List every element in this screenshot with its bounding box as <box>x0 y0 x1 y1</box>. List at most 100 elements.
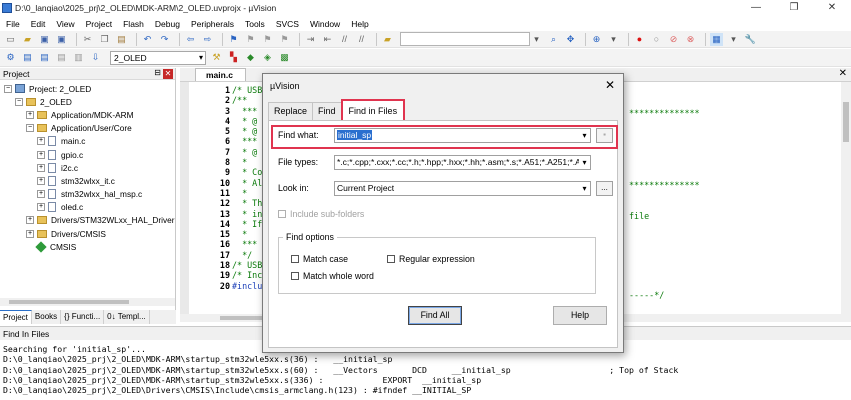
new-file-icon[interactable]: ▭ <box>4 33 17 46</box>
tab-functions[interactable]: {} Functi... <box>61 310 105 324</box>
close-editor-icon[interactable]: ✕ <box>839 68 847 79</box>
expand-icon[interactable]: + <box>37 176 45 185</box>
stop-build-icon[interactable]: ▥ <box>72 51 85 64</box>
menu-flash[interactable]: Flash <box>117 19 149 29</box>
output-line[interactable]: D:\0_lanqiao\2025_prj\2_OLED\Drivers\CMS… <box>3 385 851 395</box>
target-options-icon[interactable]: ⚒ <box>210 51 223 64</box>
download-icon[interactable]: ⇩ <box>89 51 102 64</box>
collapse-icon[interactable]: − <box>26 124 34 133</box>
pin-icon[interactable]: ⊟ <box>154 68 161 77</box>
expand-icon[interactable]: + <box>37 137 45 146</box>
tree-item[interactable]: + stm32wlxx_it.c <box>0 174 175 187</box>
select-packs-icon[interactable]: ◈ <box>261 51 274 64</box>
bookmark-icon[interactable]: ⚑ <box>227 33 240 46</box>
dropdown-arrow-icon[interactable]: ▾ <box>579 182 590 195</box>
incremental-find-icon[interactable]: ⌕ <box>547 33 560 46</box>
undo-icon[interactable]: ↶ <box>141 33 154 46</box>
menu-debug[interactable]: Debug <box>149 19 185 29</box>
tab-project[interactable]: Project <box>0 310 32 324</box>
expand-icon[interactable]: + <box>26 110 34 119</box>
tree-item[interactable]: CMSIS <box>0 240 175 253</box>
compile-icon[interactable]: ⚙ <box>4 51 17 64</box>
unindent-icon[interactable]: ⇤ <box>321 33 334 46</box>
tree-item[interactable]: − Application/User/Core <box>0 122 175 135</box>
next-bookmark-icon[interactable]: ⚑ <box>261 33 274 46</box>
indent-icon[interactable]: ⇥ <box>304 33 317 46</box>
menu-help[interactable]: Help <box>345 19 373 29</box>
expand-icon[interactable]: + <box>37 150 45 159</box>
match-case-checkbox[interactable] <box>291 255 299 263</box>
disable-breakpoint-icon[interactable]: ○ <box>650 33 663 46</box>
kill-breakpoints-icon[interactable]: ⊗ <box>684 33 697 46</box>
menu-project[interactable]: Project <box>80 19 117 29</box>
output-line[interactable]: D:\0_lanqiao\2025_prj\2_OLED\MDK-ARM\sta… <box>3 365 851 375</box>
regex-checkbox[interactable] <box>387 255 395 263</box>
pack-installer-icon[interactable]: ▩ <box>278 51 291 64</box>
close-window-button[interactable]: ✕ <box>813 0 851 16</box>
collapse-icon[interactable]: − <box>4 84 12 93</box>
find-combo[interactable] <box>400 32 530 46</box>
tab-templates[interactable]: 0↓ Templ... <box>104 310 150 324</box>
help-button[interactable]: Help <box>553 306 607 325</box>
manage-components-icon[interactable]: ◆ <box>244 51 257 64</box>
menu-svcs[interactable]: SVCS <box>270 19 304 29</box>
breakpoint-icon[interactable]: ● <box>633 33 646 46</box>
tree-item[interactable]: + Application/MDK-ARM <box>0 108 175 121</box>
save-all-icon[interactable]: ▣ <box>55 33 68 46</box>
cut-icon[interactable]: ✂ <box>81 33 94 46</box>
window-layout-icon[interactable]: ▦ <box>710 32 723 46</box>
find-dropdown-icon[interactable]: ▾ <box>530 33 543 46</box>
file-types-combo[interactable]: *.c;*.cpp;*.cxx;*.cc;*.h;*.hpp;*.hxx;*.h… <box>334 155 591 170</box>
tab-find[interactable]: Find <box>312 102 342 120</box>
match-whole-word-checkbox[interactable] <box>291 272 299 280</box>
file-extensions-icon[interactable]: ▚ <box>227 51 240 64</box>
debug-dropdown-icon[interactable]: ▾ <box>607 33 620 46</box>
browse-button[interactable]: ... <box>596 181 613 196</box>
expand-icon[interactable]: + <box>26 216 34 225</box>
paste-icon[interactable]: ▤ <box>115 33 128 46</box>
expand-icon[interactable]: + <box>26 229 34 238</box>
expand-icon[interactable]: + <box>37 203 45 212</box>
tree-item[interactable]: + oled.c <box>0 201 175 214</box>
debug-start-icon[interactable]: ⊕ <box>590 33 603 46</box>
minimize-button[interactable]: — <box>737 0 775 16</box>
build-icon[interactable]: ▤ <box>21 51 34 64</box>
tab-main-c[interactable]: main.c <box>195 68 246 81</box>
tree-item[interactable]: + stm32wlxx_hal_msp.c <box>0 188 175 201</box>
layout-dropdown-icon[interactable]: ▾ <box>727 33 740 46</box>
redo-icon[interactable]: ↷ <box>158 33 171 46</box>
close-icon[interactable]: ✕ <box>163 69 173 79</box>
menu-peripherals[interactable]: Peripherals <box>185 19 239 29</box>
nav-back-icon[interactable]: ⇦ <box>184 33 197 46</box>
find-in-files-icon[interactable]: ▰ <box>381 33 394 46</box>
expand-icon[interactable]: + <box>37 163 45 172</box>
menu-view[interactable]: View <box>50 19 79 29</box>
close-icon[interactable]: ✕ <box>602 77 618 93</box>
dropdown-arrow-icon[interactable]: ▾ <box>579 156 590 169</box>
target-select[interactable]: 2_OLED <box>110 50 206 65</box>
collapse-icon[interactable]: − <box>15 97 23 106</box>
maximize-button[interactable]: ❐ <box>775 0 813 16</box>
tab-find-in-files[interactable]: Find in Files <box>340 99 406 120</box>
clear-bookmarks-icon[interactable]: ⚑ <box>278 33 291 46</box>
save-icon[interactable]: ▣ <box>38 33 51 46</box>
rebuild-icon[interactable]: ▤ <box>38 51 51 64</box>
output-line[interactable]: D:\0_lanqiao\2025_prj\2_OLED\MDK-ARM\sta… <box>3 354 851 364</box>
menu-tools[interactable]: Tools <box>239 19 270 29</box>
find-all-button[interactable]: Find All <box>408 306 462 325</box>
output-line[interactable]: D:\0_lanqiao\2025_prj\2_OLED\MDK-ARM\sta… <box>3 375 851 385</box>
code-lines[interactable]: /* USB/** *** * @ * @ *** * @ * * Co * A… <box>232 85 262 291</box>
tree-item[interactable]: + Drivers/STM32WLxx_HAL_Driver <box>0 214 175 227</box>
tab-replace[interactable]: Replace <box>268 102 314 120</box>
clear-breakpoints-icon[interactable]: ⊘ <box>667 33 680 46</box>
expand-icon[interactable]: + <box>37 190 45 199</box>
tree-item[interactable]: − 2_OLED <box>0 95 175 108</box>
tree-item[interactable]: − Project: 2_OLED <box>0 82 175 95</box>
project-hscroll[interactable] <box>0 298 175 306</box>
tree-item[interactable]: + i2c.c <box>0 161 175 174</box>
comment-icon[interactable]: // <box>338 33 351 46</box>
open-folder-icon[interactable]: ▰ <box>21 33 34 46</box>
prev-bookmark-icon[interactable]: ⚑ <box>244 33 257 46</box>
copy-icon[interactable]: ❐ <box>98 33 111 46</box>
configure-icon[interactable]: 🔧 <box>744 33 757 46</box>
